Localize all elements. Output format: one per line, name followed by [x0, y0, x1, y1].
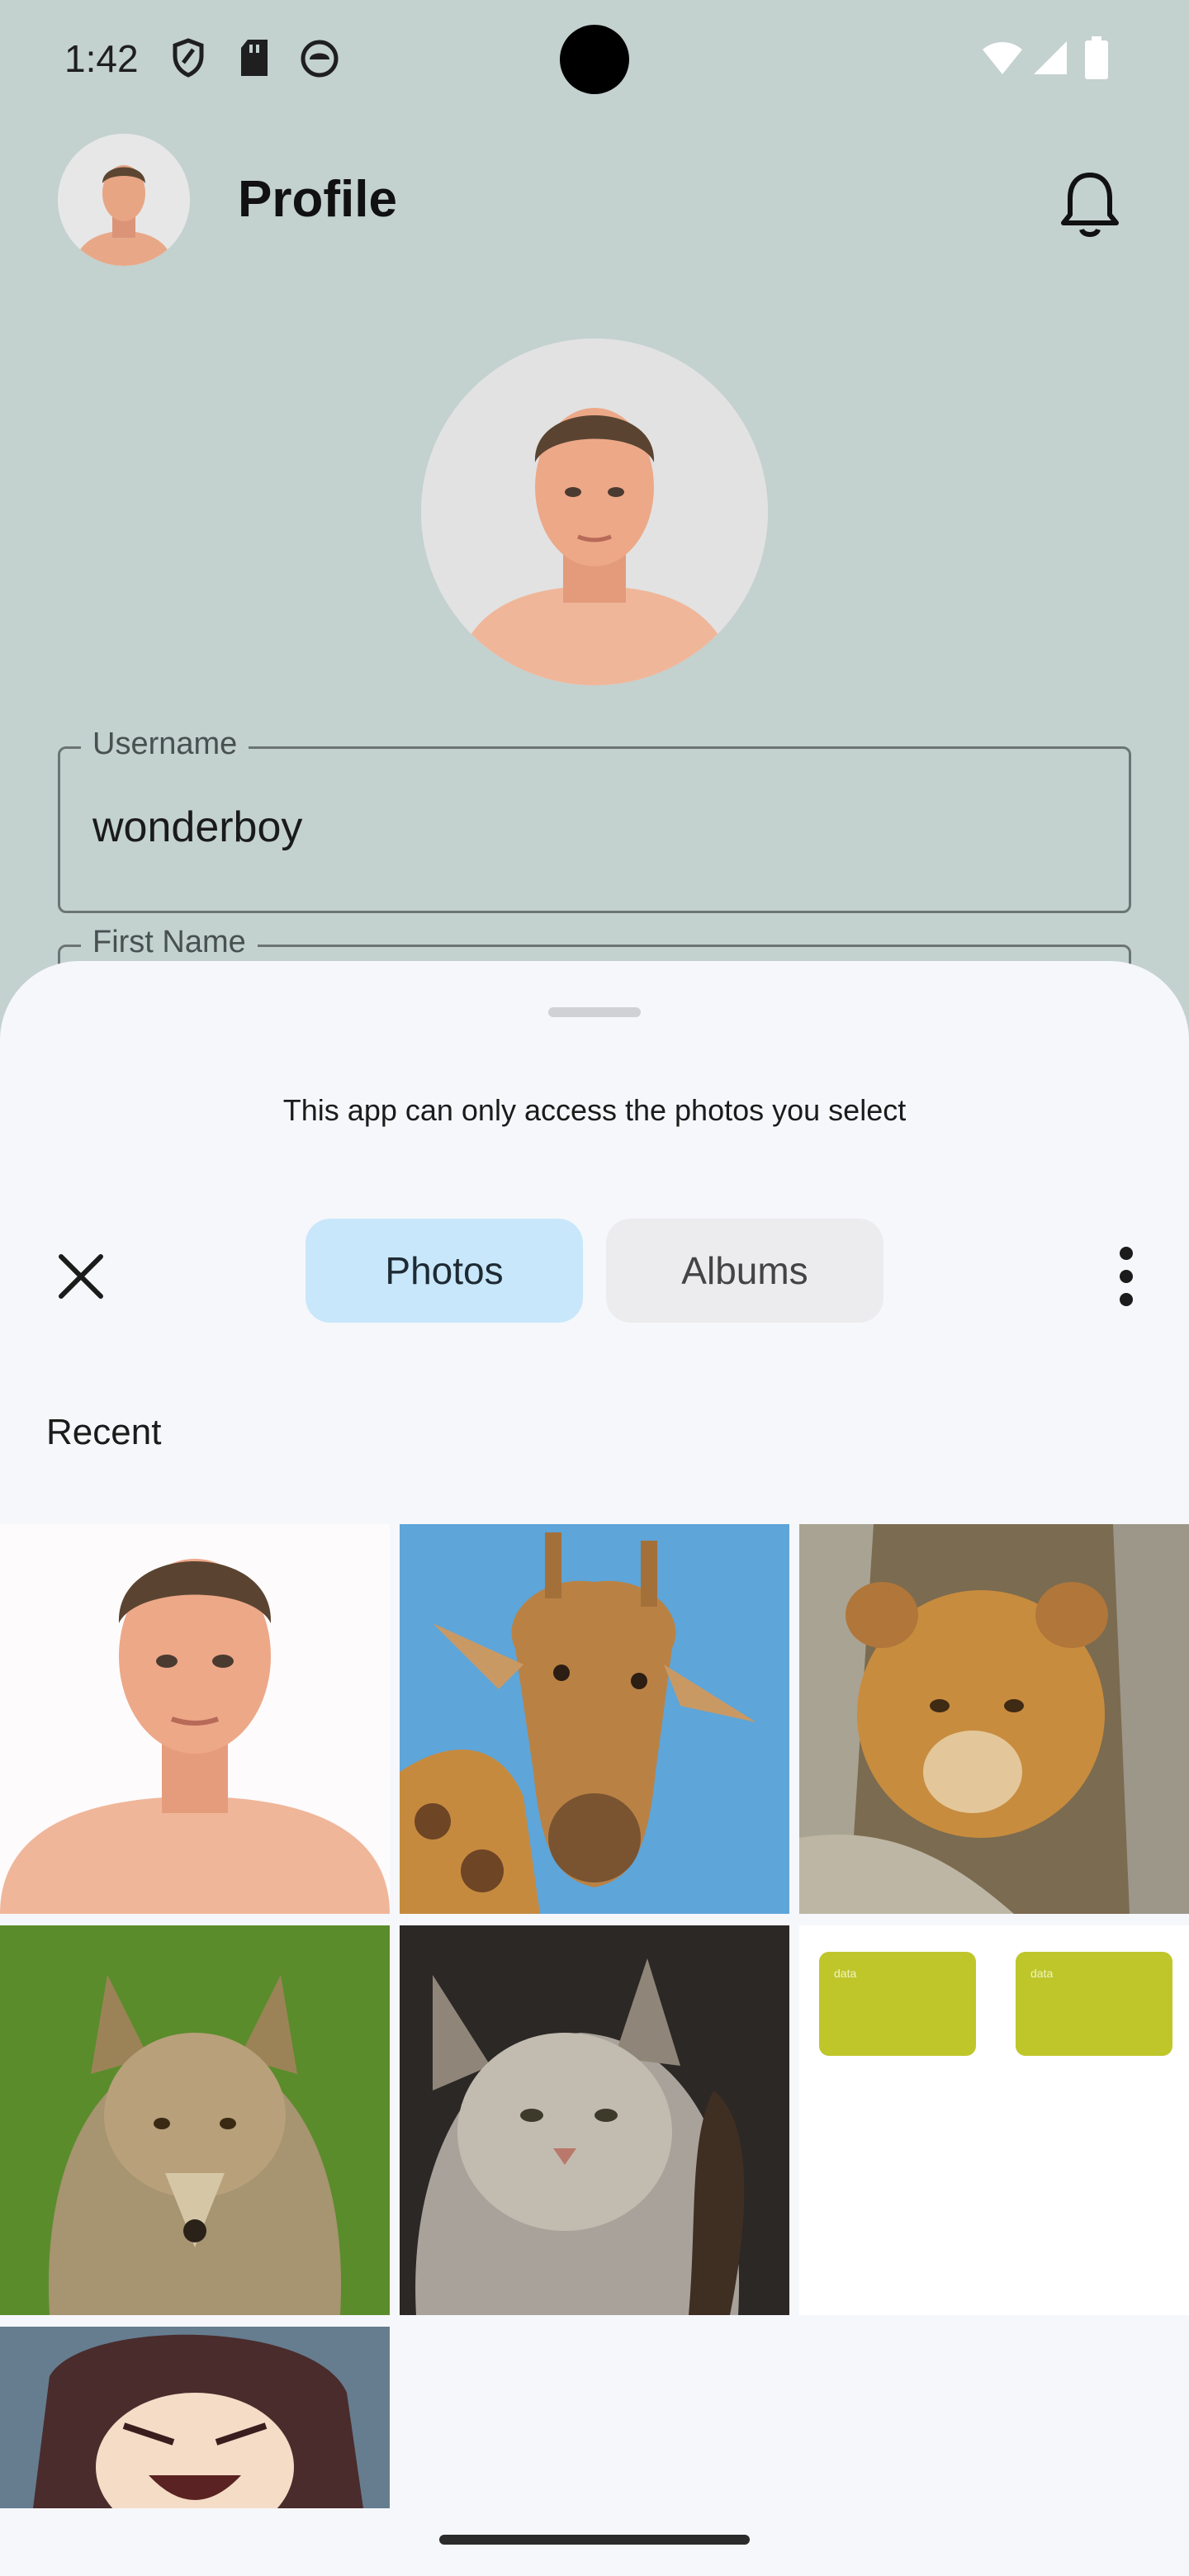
- bell-icon[interactable]: [1057, 170, 1123, 239]
- sd-card-icon: [241, 40, 268, 76]
- photo-lion-cub[interactable]: [799, 1524, 1189, 1914]
- shield-icon: [173, 38, 204, 78]
- home-indicator[interactable]: [439, 2535, 750, 2545]
- tab-albums[interactable]: Albums: [606, 1219, 883, 1323]
- profile-photo[interactable]: [421, 339, 768, 685]
- first-name-label: First Name: [81, 925, 258, 960]
- drag-handle[interactable]: [548, 1007, 641, 1017]
- photo-giraffe[interactable]: [400, 1524, 789, 1914]
- username-label: Username: [81, 727, 249, 762]
- photo-data-cards[interactable]: data data: [799, 1925, 1189, 2315]
- more-vertical-icon[interactable]: [1103, 1238, 1149, 1314]
- signal-icon: [1034, 41, 1067, 74]
- status-time: 1:42: [64, 37, 139, 80]
- data-card: data: [819, 1952, 976, 2056]
- photo-man-portrait[interactable]: [0, 1524, 390, 1914]
- avatar[interactable]: [58, 134, 190, 266]
- photo-coyote[interactable]: [0, 1925, 390, 2315]
- section-title-recent: Recent: [46, 1412, 162, 1452]
- photo-picker-sheet: This app can only access the photos you …: [0, 961, 1189, 2576]
- data-card: data: [1016, 1952, 1172, 2056]
- photo-lynx[interactable]: [400, 1925, 789, 2315]
- battery-icon: [1085, 36, 1108, 79]
- photo-grid: data data: [0, 1524, 1189, 2576]
- access-note: This app can only access the photos you …: [282, 1093, 907, 1127]
- app-notification-icon: [301, 40, 339, 78]
- page-title: Profile: [238, 171, 397, 228]
- wifi-icon: [983, 42, 1022, 74]
- camera-cutout: [560, 25, 629, 94]
- photo-anime-character[interactable]: [0, 2327, 390, 2508]
- close-icon[interactable]: [46, 1242, 116, 1311]
- status-bar: 1:42: [0, 0, 1189, 124]
- tab-photos[interactable]: Photos: [306, 1219, 583, 1323]
- username-value[interactable]: wonderboy: [92, 803, 302, 852]
